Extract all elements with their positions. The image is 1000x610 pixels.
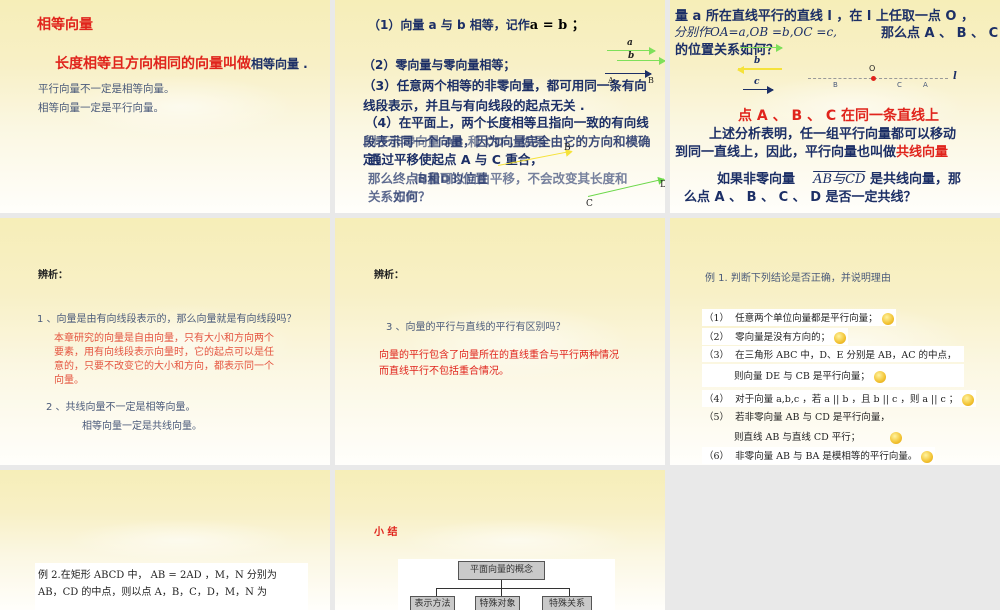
answer-line: 而直线平行不包括重合情况。: [379, 366, 509, 377]
example-item: （2） 零向量是没有方向的；: [702, 328, 849, 345]
smiley-icon: [962, 393, 975, 406]
heading: 辨析：: [38, 270, 68, 281]
label-a: a: [627, 38, 633, 48]
question-2: 2 、共线向量不一定是相等向量。: [46, 402, 196, 413]
label-B: B: [648, 76, 654, 85]
slide-thumbnail-7[interactable]: 例 2.在矩形 ABCD 中， AB = 2AD ，M，N 分别为 AB，CD …: [0, 470, 330, 610]
label-l: l: [953, 71, 957, 82]
smiley-icon: [834, 331, 847, 344]
text-line: 的位置关系如何？: [675, 43, 780, 58]
connector: [569, 588, 570, 596]
slide-thumbnail-2[interactable]: （1）向量 a 与 b 相等，记作a = b ； （2）零向量与零向量相等； （…: [335, 0, 665, 213]
example-title: 例 1. 判断下列结论是否正确，并说明理由: [705, 273, 891, 284]
overlay-text: 方向: [393, 189, 419, 204]
vector-ab-arrow: [605, 70, 652, 78]
answer-line: 向量。: [54, 375, 84, 386]
heading: 辨析：: [374, 270, 404, 281]
example-item: 则向量 DE 与 CB 是平行向量；: [702, 364, 964, 387]
slide-thumbnail-4[interactable]: 辨析： 1 、向量是由有向线段表示的，那么向量就是有向线段吗？ 本章研究的向量是…: [0, 218, 330, 465]
example-item: （4） 对于向量 a,b,c ，若 a || b ，且 b || c ，则 a …: [702, 390, 977, 407]
answer-line: 向量的平行包含了向量所在的直线重合与平行两种情况: [379, 350, 619, 361]
text-line: 平行向量不一定是相等向量。: [38, 83, 175, 95]
root-node: 平面向量的概念: [458, 561, 545, 580]
example-box: 例 2.在矩形 ABCD 中， AB = 2AD ，M，N 分别为 AB，CD …: [35, 563, 308, 610]
child-node: 特殊关系: [542, 596, 592, 610]
answer-2: 相等向量一定是共线向量。: [82, 421, 202, 432]
point-O: [871, 76, 876, 81]
vector-b-arrow: [738, 68, 782, 70]
label-B: B: [833, 81, 838, 89]
definition-text: 长度相等且方向相同的向量叫做: [55, 56, 251, 72]
example-item: 则直线 AB 与直线 CD 平行；: [734, 429, 903, 444]
slide-thumbnail-8[interactable]: 小 结 平面向量的概念 表示方法 特殊对象 特殊关系: [335, 470, 665, 610]
text-line: 分别作OA=a,OB =b,OC =c,: [674, 25, 837, 39]
label-A: A: [923, 81, 928, 89]
question: 如果非零向量 AB与CD 是共线向量，那: [717, 172, 961, 187]
text-line: 那么点 A 、 B 、 C: [881, 26, 999, 41]
smiley-icon: [873, 370, 886, 383]
label-B: B: [564, 143, 571, 153]
line-l: [808, 78, 948, 79]
smiley-icon: [921, 450, 934, 463]
slide-thumbnail-5[interactable]: 辨析： 3 、向量的平行与直线的平行有区别吗？ 向量的平行包含了向量所在的直线重…: [335, 218, 665, 465]
label-C: C: [897, 81, 902, 89]
example-item: （6） 非零向量 AB 与 BA 是模相等的平行向量。: [702, 447, 936, 464]
item-1: （1）向量 a 与 b 相等，记作a = b ；: [368, 18, 585, 33]
vector-a-arrow: [740, 44, 783, 52]
summary-title: 小 结: [374, 527, 398, 538]
item-3: （3）任意两个相等的非零向量，都可用同一条有向: [363, 78, 647, 93]
question-1: 1 、向量是由有向线段表示的，那么向量就是有向线段吗？: [37, 314, 297, 325]
example-item: （5） 若非零向量 AB 与 CD 是平行向量，: [704, 412, 890, 423]
smiley-icon: [890, 431, 903, 444]
slide-thumbnail-3[interactable]: 量 a 所在直线平行的直线 l ，在 l 上任取一点 O ， 分别作OA=a,O…: [670, 0, 1000, 213]
text-line: 例 2.在矩形 ABCD 中， AB = 2AD ，M，N 分别为: [38, 570, 277, 581]
overlay-text: 对于非零向量 AB 和 CD ，如果: [365, 134, 547, 149]
label-b: b: [754, 56, 761, 66]
question-3: 3 、向量的平行与直线的平行有区别吗？: [386, 322, 566, 333]
label-A: A: [608, 76, 614, 85]
conclusion: 点 A 、 B 、 C 在同一条直线上: [738, 108, 940, 124]
text-line: 相等向量一定是平行向量。: [38, 102, 164, 114]
connector: [436, 588, 569, 589]
text-line: AB，CD 的中点，则以点 A，B，C，D，M，N 为: [38, 587, 268, 598]
item-2: （2）零向量与零向量相等；: [363, 58, 516, 72]
smiley-icon: [881, 312, 894, 325]
connector: [436, 588, 437, 596]
label-b: b: [628, 51, 635, 61]
example-item: （3） 在三角形 ABC 中，D、E 分别是 AB，AC 的中点，: [702, 346, 964, 362]
overlay-text: 向量可以自由平移，不会改变其长度和: [415, 171, 628, 186]
child-node: 表示方法: [410, 596, 455, 610]
slide-thumbnail-6[interactable]: 例 1. 判断下列结论是否正确，并说明理由 （1） 任意两个单位向量都是平行向量…: [670, 218, 1000, 465]
answer-line: 本章研究的向量是自由向量，只有大小和方向两个: [54, 333, 274, 344]
label-D: D: [660, 180, 665, 190]
answer-line: 要素，用有向线段表示向量时，它的起点可以是任: [54, 347, 274, 358]
label-c: c: [754, 77, 760, 87]
label-C: C: [586, 199, 593, 209]
definition: 长度相等且方向相同的向量叫做相等向量 .: [55, 53, 308, 73]
child-node: 特殊对象: [475, 596, 520, 610]
question-cont: 么点 A 、 B 、 C 、 D 是否一定共线？: [684, 190, 917, 205]
overlay-text: 通过平移使起点 A 与 C 重合，: [369, 152, 543, 167]
vector-b-arrow: [617, 57, 665, 65]
item-4: （4）在平面上，两个长度相等且指向一致的有向线: [365, 115, 649, 130]
definition-term: 相等向量 .: [251, 57, 308, 71]
slide-thumbnail-1[interactable]: 相等向量 长度相等且方向相同的向量叫做相等向量 . 平行向量不一定是相等向量。 …: [0, 0, 330, 213]
label-O: O: [869, 64, 876, 73]
paragraph: 到同一直线上，因此，平行向量也叫做共线向量: [675, 145, 949, 160]
vector-c-arrow: [743, 86, 774, 94]
paragraph: 上述分析表明，任一组平行向量都可以移动: [709, 127, 957, 142]
answer-line: 意的，只要不改变它的大小和方向，都表示同一个: [54, 361, 274, 372]
example-item: （1） 任意两个单位向量都是平行向量；: [702, 309, 896, 326]
slide-title: 相等向量: [37, 17, 93, 33]
